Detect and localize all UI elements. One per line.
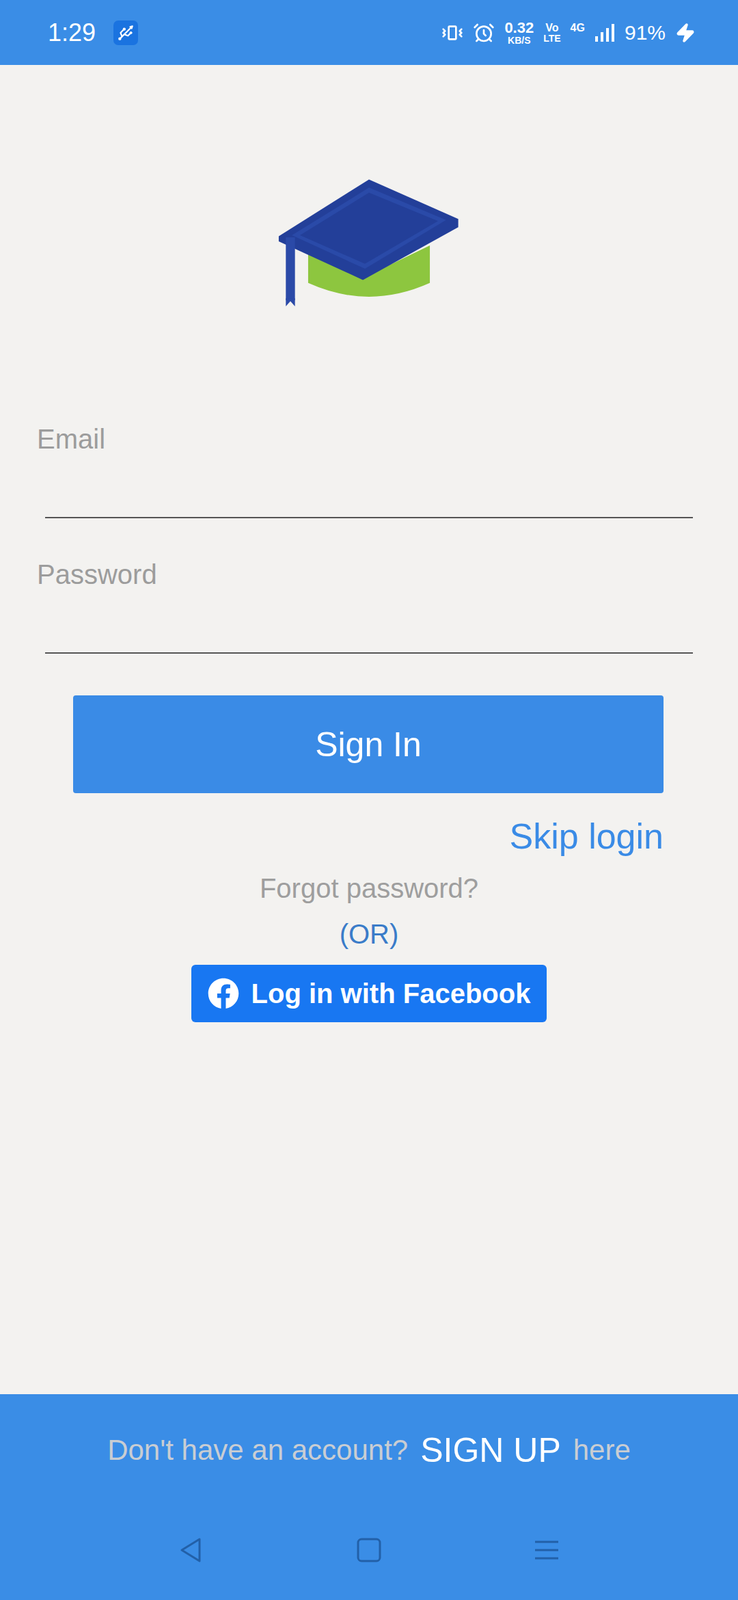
facebook-login-button[interactable]: Log in with Facebook xyxy=(191,964,548,1022)
navigation-bar xyxy=(0,1505,738,1599)
or-separator: (OR) xyxy=(0,917,738,950)
battery-level: 91% xyxy=(624,21,666,45)
network-type: 4G xyxy=(570,21,585,35)
password-input[interactable] xyxy=(45,590,693,654)
usb-badge xyxy=(113,20,139,46)
signup-row: Don't have an account? SIGN UP here xyxy=(0,1393,738,1506)
usb-icon xyxy=(116,23,135,42)
form-field: Email xyxy=(36,422,693,518)
login-screen: 1:29 0.32KB/S VoLTE 4G 91% Email Password Sign … xyxy=(0,0,738,1599)
home-button[interactable] xyxy=(350,1530,388,1568)
signup-suffix: here xyxy=(573,1432,631,1466)
login-content: Email Password Sign In Skip login Forgot pas… xyxy=(0,64,738,1394)
status-bar: 1:29 0.32KB/S VoLTE 4G 91% xyxy=(0,0,738,65)
network-speed: 0.32KB/S xyxy=(504,20,534,46)
skip-login-link[interactable]: Skip login xyxy=(509,814,664,857)
footer: Don't have an account? SIGN UP here xyxy=(0,1393,738,1599)
back-button[interactable] xyxy=(172,1530,210,1568)
sign-up-link[interactable]: SIGN UP xyxy=(420,1429,562,1470)
alarm-icon xyxy=(472,21,495,44)
menu-button[interactable] xyxy=(528,1530,566,1568)
graduation-cap-logo-icon xyxy=(277,178,461,307)
field-label: Password xyxy=(36,557,693,591)
volte-indicator: VoLTE xyxy=(543,22,561,44)
sign-in-button[interactable]: Sign In xyxy=(73,694,664,793)
charging-icon xyxy=(675,22,696,44)
login-form: Email Password xyxy=(0,422,738,654)
field-label: Email xyxy=(36,422,693,456)
vibrate-icon xyxy=(441,21,464,44)
signal-icon xyxy=(594,22,615,44)
form-field: Password xyxy=(36,557,693,654)
home-icon xyxy=(355,1535,383,1563)
email-input[interactable] xyxy=(45,455,693,518)
status-time: 1:29 xyxy=(47,18,96,48)
logo xyxy=(0,178,738,307)
signup-prompt: Don't have an account? xyxy=(107,1432,408,1466)
facebook-icon xyxy=(207,977,240,1009)
menu-icon xyxy=(533,1535,561,1563)
forgot-password-link[interactable]: Forgot password? xyxy=(0,871,738,904)
back-icon xyxy=(176,1534,207,1565)
